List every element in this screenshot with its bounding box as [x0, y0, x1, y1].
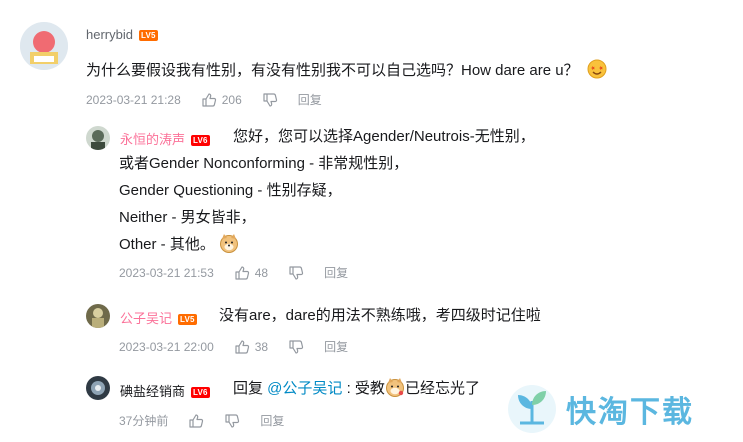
- reply-button[interactable]: 回复: [324, 264, 348, 281]
- reply-button[interactable]: 回复: [324, 338, 348, 355]
- reply-date: 2023-03-21 22:00: [119, 339, 214, 354]
- dislike-button[interactable]: [288, 265, 304, 281]
- level-badge: LV5: [138, 30, 158, 42]
- reply-meta: 2023-03-21 21:53 48 回复: [119, 264, 348, 281]
- level-badge: LV6: [191, 387, 210, 399]
- thumbs-down-icon: [225, 413, 240, 428]
- like-count: 48: [254, 265, 269, 280]
- reply-text-line-5-body: Other - 其他。: [119, 236, 215, 253]
- doge-emoji-icon: [385, 378, 404, 397]
- thumbs-down-icon: [289, 265, 304, 280]
- reply-date: 2023-03-21 21:53: [119, 265, 214, 280]
- mention-link[interactable]: @公子吴记: [267, 380, 342, 397]
- leaf-logo-icon: [508, 385, 556, 433]
- like-button[interactable]: 206: [201, 92, 242, 108]
- comment-body: 为什么要假设我有性别，有没有性别我不可以自己选吗？How dare are u？: [86, 62, 579, 79]
- username-text[interactable]: 永恒的涛声: [120, 132, 185, 147]
- reply-text-line-1: 您好，您可以选择Agender/Neutrois-无性别，: [233, 128, 535, 145]
- reply-meta: 2023-03-21 22:00 38 回复: [119, 338, 348, 355]
- reply-colon: :: [342, 380, 355, 397]
- thumbs-up-icon: [235, 265, 249, 280]
- reply-date: 37分钟前: [119, 414, 169, 428]
- comment-text: 为什么要假设我有性别，有没有性别我不可以自己选吗？How dare are u？: [86, 57, 607, 84]
- username-text[interactable]: 公子吴记: [120, 311, 172, 326]
- comment-meta: 2023-03-21 21:28 206 回复: [86, 91, 322, 108]
- reply-text-line-5: Other - 其他。: [119, 231, 239, 258]
- like-count: 38: [254, 339, 269, 354]
- level-badge: LV5: [178, 314, 197, 326]
- reply-text-line-2: 或者Gender Nonconforming - 非常规性别，: [119, 155, 409, 172]
- like-count: 206: [221, 92, 242, 107]
- avatar-herrybid[interactable]: [20, 22, 68, 70]
- dislike-button[interactable]: [224, 413, 240, 429]
- avatar-dianyanjingxiaoshang[interactable]: [86, 376, 110, 400]
- level-badge: LV6: [191, 135, 210, 147]
- avatar-gongziwuji[interactable]: [86, 304, 110, 328]
- reply-text-line-4: Neither - 男女皆非，: [119, 209, 256, 226]
- doge-emoji-icon: [220, 234, 239, 253]
- username-gongziwuji[interactable]: 公子吴记 LV5: [120, 308, 197, 327]
- thumbs-down-icon: [263, 92, 277, 107]
- watermark-text: 快淘下载: [566, 395, 694, 430]
- comment-date: 2023-03-21 21:28: [86, 92, 181, 107]
- like-button[interactable]: 38: [234, 339, 268, 355]
- watermark: 快淘下载: [506, 383, 694, 435]
- username-text[interactable]: herrybid: [86, 27, 133, 42]
- dislike-button[interactable]: [262, 92, 278, 108]
- reply-body-after: 已经忘光了: [404, 380, 480, 397]
- reply-prefix: 回复: [233, 380, 268, 397]
- reply-button[interactable]: 回复: [260, 412, 284, 429]
- username-herrybid[interactable]: herrybid LV5: [86, 27, 158, 42]
- avatar-yonghengdetaosheng[interactable]: [86, 126, 110, 150]
- reply-meta: 37分钟前 回复: [119, 412, 284, 429]
- like-button[interactable]: 48: [234, 265, 268, 281]
- dislike-button[interactable]: [288, 339, 304, 355]
- username-yonghengdetaosheng[interactable]: 永恒的涛声 LV6: [120, 129, 210, 148]
- thumbs-up-icon: [189, 413, 204, 428]
- username-text[interactable]: 碘盐经销商: [120, 384, 185, 399]
- star-eyes-emoji-icon: [587, 59, 607, 79]
- reply-button[interactable]: 回复: [298, 91, 322, 108]
- username-dianyanjingxiaoshang[interactable]: 碘盐经销商 LV6: [120, 381, 210, 400]
- thumbs-down-icon: [289, 339, 304, 354]
- thumbs-up-icon: [202, 92, 216, 107]
- reply-text-line-3: Gender Questioning - 性别存疑，: [119, 182, 342, 199]
- thumbs-up-icon: [235, 339, 249, 354]
- reply-body-before: 受教: [354, 380, 385, 397]
- reply-text: 没有are，dare的用法不熟练哦，考四级时记住啦: [219, 307, 541, 324]
- like-button[interactable]: [188, 413, 204, 429]
- reply-text: 回复 @公子吴记 : 受教 已经忘光了: [233, 375, 480, 402]
